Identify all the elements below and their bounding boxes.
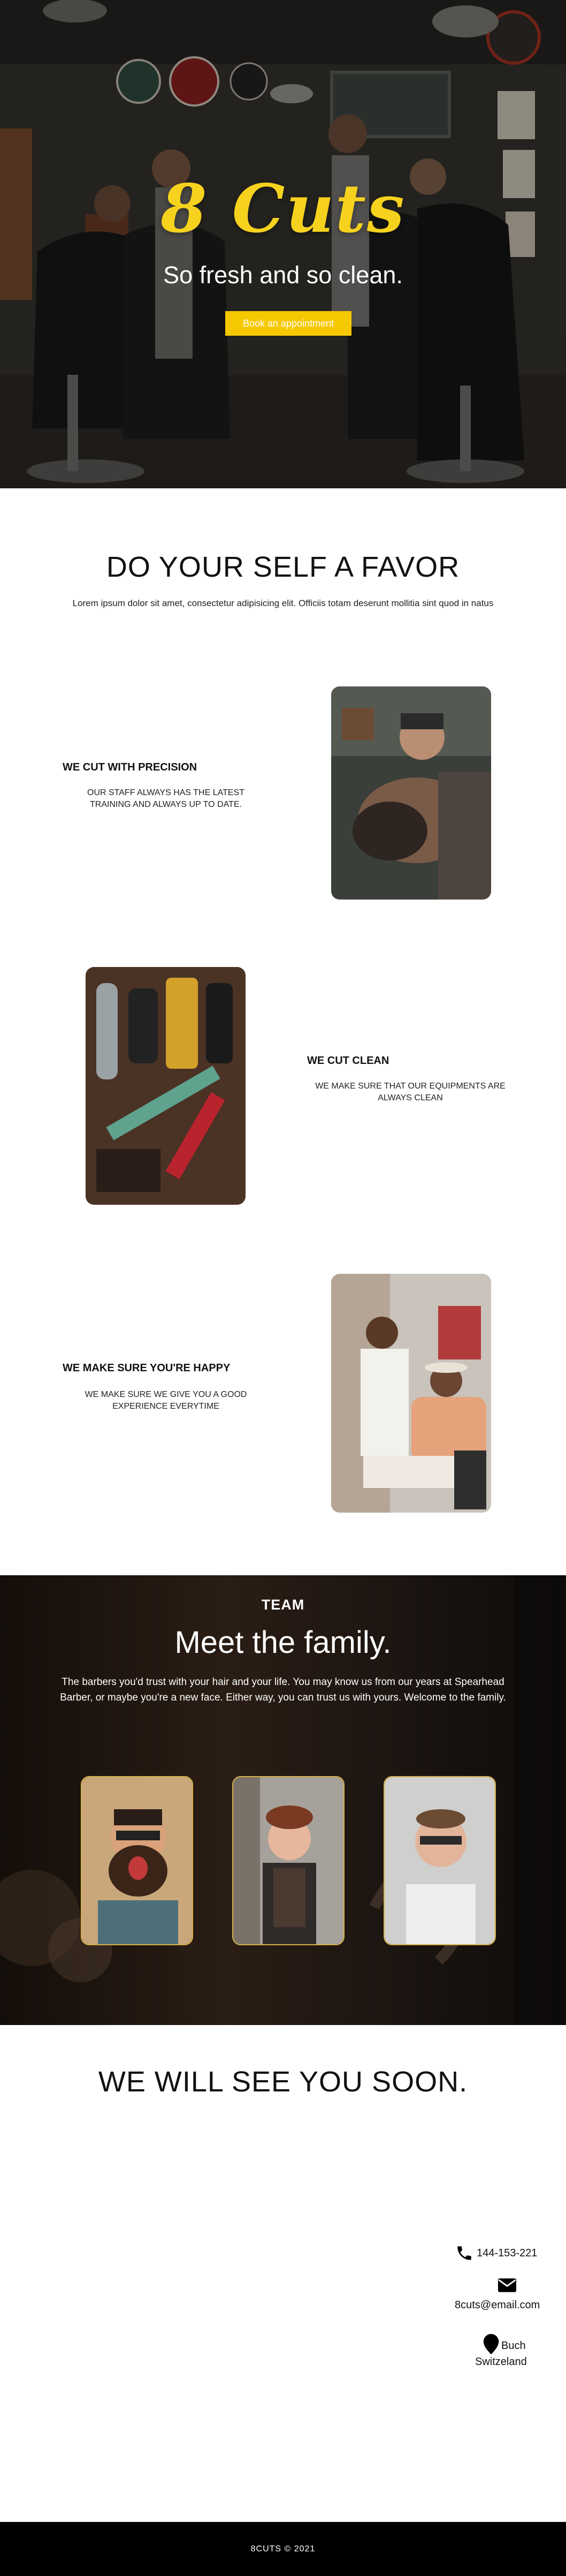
feature-text-clean: WE MAKE SURE THAT OUR EQUIPMENTS ARE ALW… bbox=[315, 1082, 506, 1102]
location-pin-icon bbox=[483, 2334, 499, 2354]
team-description: The barbers you'd trust with your hair a… bbox=[60, 1676, 506, 1703]
see-you-heading: WE WILL SEE YOU SOON. bbox=[98, 2066, 468, 2098]
address-country: Switzeland bbox=[475, 2356, 527, 2368]
favor-heading: DO YOUR SELF A FAVOR bbox=[106, 551, 460, 583]
brand-title: 8 Cuts bbox=[160, 170, 406, 248]
phone-link[interactable]: 144-153-221 bbox=[477, 2247, 537, 2260]
phone-icon bbox=[457, 2246, 471, 2260]
barber-tools-photo bbox=[86, 967, 246, 1205]
barber-trimming-beard-photo bbox=[331, 686, 491, 900]
address-city: Buch bbox=[501, 2340, 526, 2352]
hero-section: 8 Cuts So fresh and so clean. Book an ap… bbox=[0, 0, 566, 488]
feature-title-precision: WE CUT WITH PRECISION bbox=[63, 761, 197, 773]
footer: 8CUTS © 2021 bbox=[0, 2522, 566, 2576]
email-link[interactable]: 8cuts@email.com bbox=[455, 2299, 540, 2311]
footer-copyright: 8CUTS © 2021 bbox=[250, 2544, 316, 2554]
feature-title-happy: WE MAKE SURE YOU'RE HAPPY bbox=[63, 1362, 231, 1374]
hero-tagline: So fresh and so clean. bbox=[163, 261, 403, 289]
happy-customer-photo bbox=[331, 1274, 491, 1513]
team-heading: Meet the family. bbox=[174, 1625, 392, 1660]
team-label: TEAM bbox=[261, 1597, 305, 1613]
team-member-photo bbox=[81, 1776, 193, 1945]
envelope-icon bbox=[498, 2278, 516, 2292]
favor-text: Lorem ipsum dolor sit amet, consectetur … bbox=[72, 598, 494, 608]
team-section: TEAM Meet the family. The barbers you'd … bbox=[0, 1575, 566, 2025]
feature-text-precision: OUR STAFF ALWAYS HAS THE LATEST TRAINING… bbox=[87, 788, 244, 809]
feature-title-clean: WE CUT CLEAN bbox=[307, 1055, 389, 1067]
book-appointment-button[interactable]: Book an appointment bbox=[225, 311, 351, 336]
feature-text-happy: WE MAKE SURE WE GIVE YOU A GOOD EXPERIEN… bbox=[85, 1390, 247, 1411]
team-member-photo bbox=[384, 1776, 496, 1945]
team-member-photo bbox=[232, 1776, 345, 1945]
